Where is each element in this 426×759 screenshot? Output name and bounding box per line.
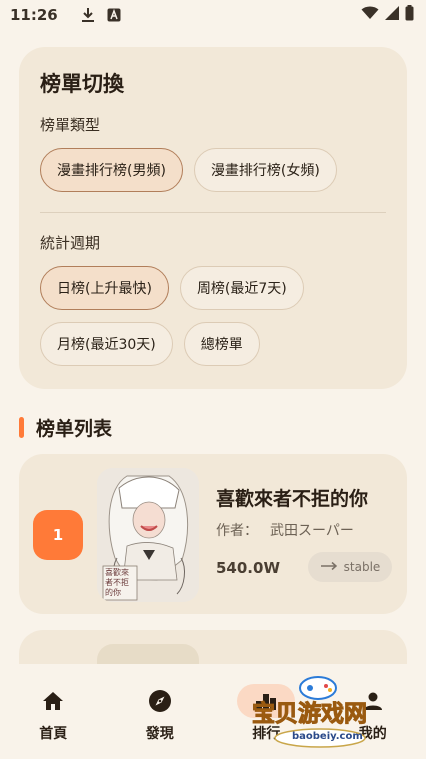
nav-label-ranking: 排行 xyxy=(252,726,281,742)
nav-label-home: 首頁 xyxy=(39,726,68,742)
chip-daily[interactable]: 日榜(上升最快) xyxy=(40,266,169,310)
nav-ranking[interactable]: 排行 xyxy=(221,684,311,759)
nav-discover[interactable]: 發現 xyxy=(115,684,205,759)
chip-weekly[interactable]: 周榜(最近7天) xyxy=(179,266,304,310)
signal-icon xyxy=(385,6,399,24)
nav-label-discover: 發現 xyxy=(145,726,174,742)
person-icon xyxy=(344,684,402,718)
wifi-icon xyxy=(361,6,379,24)
bottom-navigation: 首頁 發現 排行 我的 xyxy=(0,664,426,759)
ranking-type-chips: 漫畫排行榜(男頻) 漫畫排行榜(女頻) xyxy=(40,148,386,192)
nav-label-profile: 我的 xyxy=(358,726,387,742)
list-heading: 榜单列表 xyxy=(19,413,112,441)
view-count: 540.0W xyxy=(216,559,280,577)
chip-monthly[interactable]: 月榜(最近30天) xyxy=(40,322,173,366)
period-label: 統計週期 xyxy=(40,234,101,252)
home-icon xyxy=(24,684,82,718)
ranking-list-item[interactable]: 1 喜歡來者不拒的你 喜歡來者不拒的你 作者： 武田スーパー 540.0W sta… xyxy=(19,454,407,614)
author-name: 武田スーパー xyxy=(270,523,354,539)
divider xyxy=(40,212,386,213)
ranking-icon xyxy=(237,684,296,718)
trend-badge: stable xyxy=(308,552,392,582)
battery-icon xyxy=(405,5,414,25)
ranking-type-label: 榜單類型 xyxy=(40,116,101,134)
author-label: 作者： xyxy=(216,523,258,539)
period-chips: 日榜(上升最快) 周榜(最近7天) 月榜(最近30天) 總榜單 xyxy=(40,266,386,366)
nav-profile[interactable]: 我的 xyxy=(328,684,418,759)
cover-title-text: 喜歡來者不拒的你 xyxy=(105,568,129,597)
trend-text: stable xyxy=(343,560,381,574)
a-square-icon xyxy=(106,7,122,23)
arrow-right-icon xyxy=(320,560,338,574)
comic-cover-image[interactable]: 喜歡來者不拒的你 xyxy=(97,468,199,602)
comic-author: 作者： 武田スーパー xyxy=(216,520,354,540)
rank-badge: 1 xyxy=(33,510,83,560)
card-title: 榜單切換 xyxy=(40,72,124,96)
status-bar: 11:26 xyxy=(0,0,426,30)
nav-home[interactable]: 首頁 xyxy=(8,684,98,759)
download-icon xyxy=(80,7,96,23)
chip-comic-ranking-female[interactable]: 漫畫排行榜(女頻) xyxy=(193,148,337,192)
compass-icon xyxy=(131,684,189,718)
chip-comic-ranking-male[interactable]: 漫畫排行榜(男頻) xyxy=(40,148,183,192)
status-time: 11:26 xyxy=(10,6,58,24)
list-heading-text: 榜单列表 xyxy=(36,417,113,440)
chip-all-time[interactable]: 總榜單 xyxy=(183,322,260,366)
ranking-switch-card: 榜單切換 榜單類型 漫畫排行榜(男頻) 漫畫排行榜(女頻) 統計週期 日榜(上升… xyxy=(19,47,407,389)
comic-title[interactable]: 喜歡來者不拒的你 xyxy=(216,484,368,511)
heading-accent-bar xyxy=(19,416,24,438)
